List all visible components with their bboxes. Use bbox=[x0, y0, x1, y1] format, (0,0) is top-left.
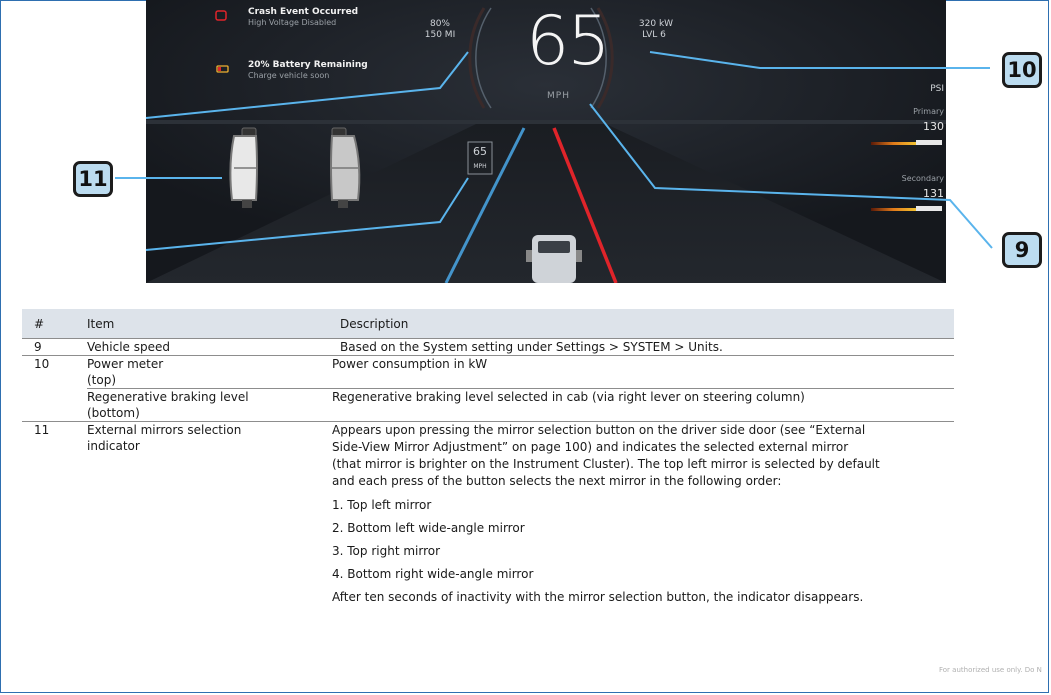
row11-desc-end: After ten seconds of inactivity with the… bbox=[332, 590, 864, 604]
row10b-item: Regenerative braking level (bottom) bbox=[87, 388, 332, 422]
row10b-description: Regenerative braking level selected in c… bbox=[332, 388, 954, 422]
row11-desc-line2: Side-View Mirror Adjustment” on page 100… bbox=[332, 440, 849, 454]
table-row-9: 9 Vehicle speed Based on the System sett… bbox=[22, 338, 954, 356]
callout-10: 10 bbox=[1002, 52, 1042, 88]
row9-item: Vehicle speed bbox=[87, 340, 170, 354]
row10-item-line2: (top) bbox=[87, 373, 117, 387]
row9-description: Based on the System setting under Settin… bbox=[340, 340, 723, 354]
footer-note: For authorized use only. Do N bbox=[939, 666, 1042, 674]
row11-desc-line4: and each press of the button selects the… bbox=[332, 474, 782, 488]
table-row-10b: Regenerative braking level (bottom) Rege… bbox=[22, 388, 954, 422]
header-number: # bbox=[22, 309, 87, 339]
callout-9: 9 bbox=[1002, 232, 1042, 268]
row10b-item-line2: (bottom) bbox=[87, 406, 140, 420]
row11-item: External mirrors selection indicator bbox=[87, 422, 332, 606]
header-description: Description bbox=[332, 309, 954, 339]
manual-page: Crash Event Occurred High Voltage Disabl… bbox=[0, 0, 1051, 695]
header-item: Item bbox=[87, 309, 332, 339]
row9-number: 9 bbox=[34, 340, 42, 354]
row10b-item-line1: Regenerative braking level bbox=[87, 390, 249, 404]
list-item: 1. Top left mirror bbox=[332, 498, 432, 512]
row11-desc-line1: Appears upon pressing the mirror selecti… bbox=[332, 423, 866, 437]
row11-desc-line3: (that mirror is brighter on the Instrume… bbox=[332, 457, 880, 471]
row11-number: 11 bbox=[34, 423, 50, 437]
list-item: 3. Top right mirror bbox=[332, 544, 441, 558]
table-row-11: 11 External mirrors selection indicator … bbox=[22, 421, 954, 606]
row11-description: Appears upon pressing the mirror selecti… bbox=[332, 422, 954, 606]
list-item: 4. Bottom right wide-angle mirror bbox=[332, 567, 534, 581]
table-header-row: # Item Description bbox=[22, 309, 954, 339]
row11-item-line1: External mirrors selection bbox=[87, 423, 242, 437]
callout-leader-lines bbox=[115, 51, 993, 251]
row11-item-line2: indicator bbox=[87, 439, 140, 453]
row10-number: 10 bbox=[34, 357, 50, 371]
row10-item-line1: Power meter bbox=[87, 357, 164, 371]
items-table: # Item Description 9 Vehicle speed Based… bbox=[22, 309, 954, 605]
row10-item: Power meter (top) bbox=[87, 356, 332, 389]
table-row-10: 10 Power meter (top) Power consumption i… bbox=[22, 355, 954, 389]
callout-11: 11 bbox=[73, 161, 113, 197]
list-item: 2. Bottom left wide-angle mirror bbox=[332, 521, 525, 535]
row10-description: Power consumption in kW bbox=[332, 357, 488, 371]
